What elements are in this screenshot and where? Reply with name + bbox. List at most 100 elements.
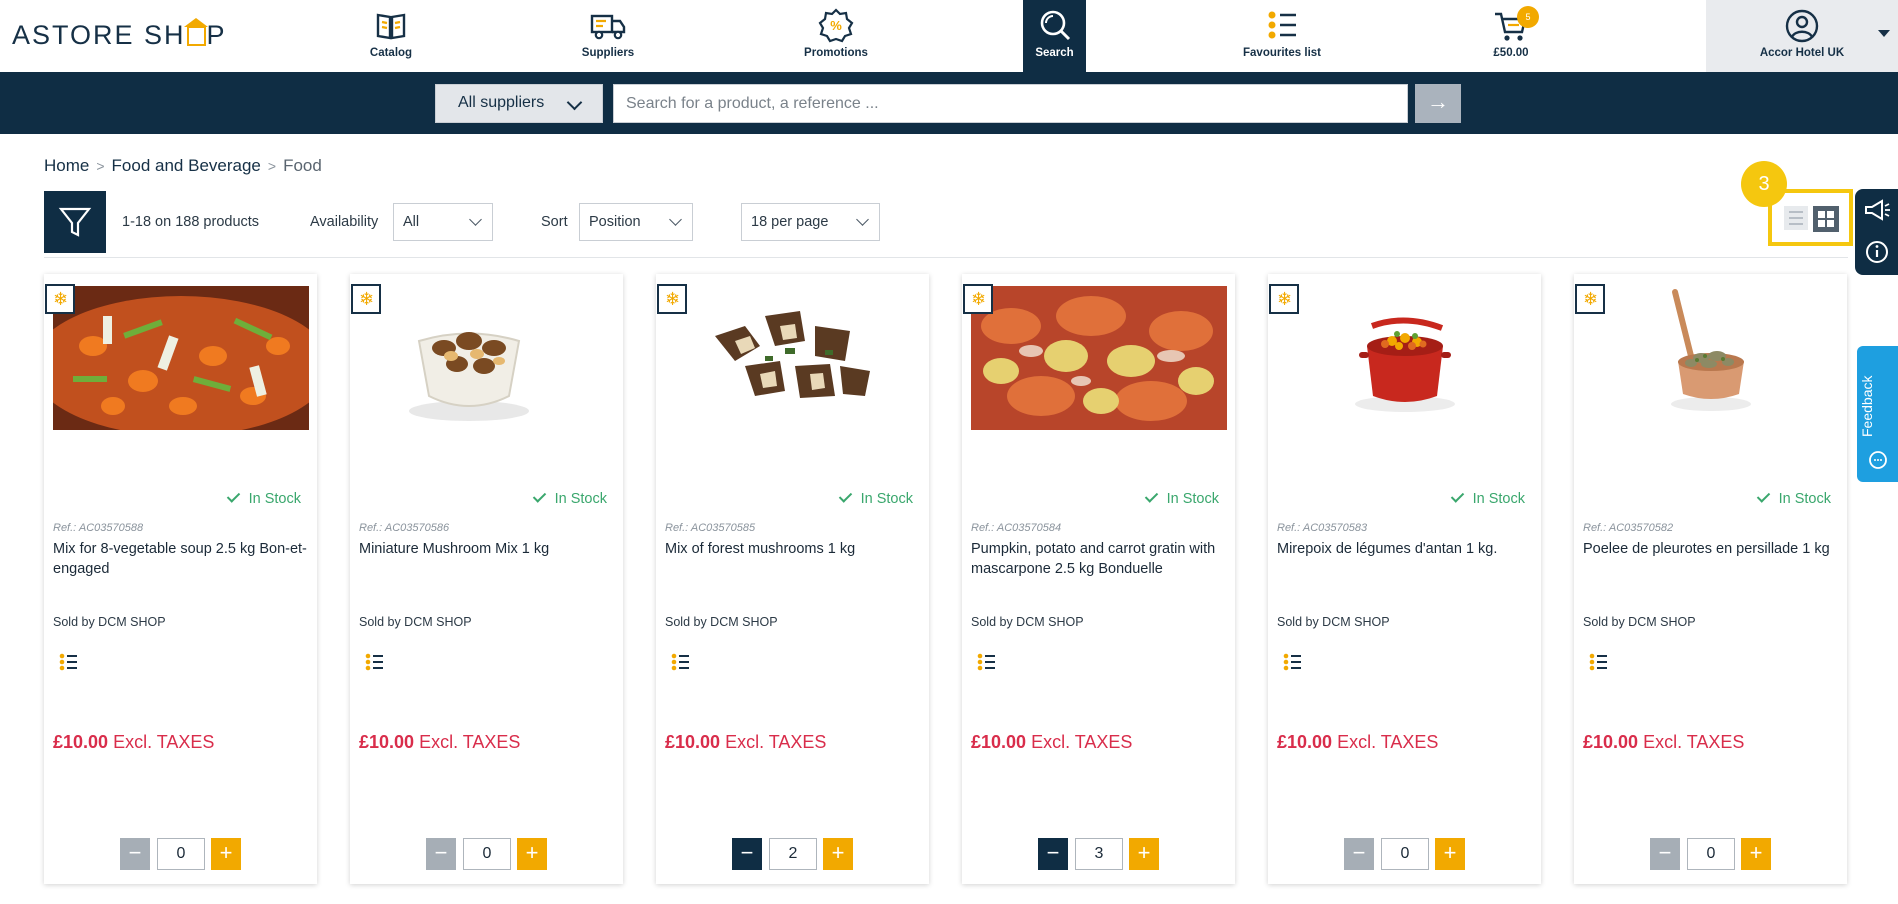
frozen-badge-icon: ❄ [45,284,75,314]
product-price: £10.00 Excl. TAXES [53,732,214,753]
quantity-stepper: − 2 + [732,838,856,870]
product-card[interactable]: ❄ In Stock Ref.: AC03570586 Miniature Mu… [350,274,623,884]
product-name[interactable]: Mix for 8-vegetable soup 2.5 kg Bon-et-e… [53,539,307,579]
price-suffix: Excl. TAXES [725,732,827,752]
add-to-favourites-icon[interactable] [1588,652,1608,672]
availability-value: All [403,214,420,230]
increase-quantity-button[interactable]: + [1129,838,1159,870]
decrease-quantity-button[interactable]: − [732,838,762,870]
filter-button[interactable] [44,191,106,253]
nav-favourites[interactable]: Favourites list [1222,0,1342,72]
product-card[interactable]: ❄ In Stock Ref.: AC03570585 Mix of fores… [656,274,929,884]
product-image[interactable] [665,286,921,430]
increase-quantity-button[interactable]: + [823,838,853,870]
nav-catalog[interactable]: Catalog [331,0,451,72]
frozen-badge-icon: ❄ [1575,284,1605,314]
add-to-favourites-icon[interactable] [976,652,996,672]
quantity-input[interactable]: 0 [157,838,205,870]
price-amount: £10.00 [53,732,109,752]
truck-icon [590,14,626,40]
grid-view-button[interactable] [1813,206,1839,232]
product-image[interactable] [53,286,309,430]
search-submit-button[interactable]: → [1415,84,1461,123]
product-name[interactable]: Miniature Mushroom Mix 1 kg [359,539,613,559]
stock-label: In Stock [860,491,913,507]
availability-select[interactable]: All [393,203,493,241]
breadcrumb-home[interactable]: Home [44,156,89,175]
suppliers-dropdown[interactable]: All suppliers [435,84,603,123]
brand-logo[interactable]: ASTORE SH P [12,18,227,51]
quantity-stepper: − 3 + [1038,838,1162,870]
decrease-quantity-button[interactable]: − [426,838,456,870]
logo-text-left: ASTORE SH [12,20,186,50]
decrease-quantity-button[interactable]: − [1344,838,1374,870]
product-image[interactable] [1583,286,1839,430]
account-menu[interactable]: Accor Hotel UK [1706,0,1898,72]
product-seller: Sold by DCM SHOP [359,615,472,629]
chevron-down-icon [669,213,682,226]
product-name[interactable]: Pumpkin, potato and carrot gratin with m… [971,539,1225,579]
sort-value: Position [589,214,641,230]
list-view-button[interactable] [1784,206,1808,230]
decrease-quantity-button[interactable]: − [1650,838,1680,870]
check-icon [532,489,546,503]
decrease-quantity-button[interactable]: − [1038,838,1068,870]
add-to-favourites-icon[interactable] [364,652,384,672]
cart-total: £50.00 [1493,47,1529,59]
product-card[interactable]: ❄ In Stock Ref.: AC03570588 Mix for 8-ve… [44,274,317,884]
stock-label: In Stock [1472,491,1525,507]
increase-quantity-button[interactable]: + [211,838,241,870]
check-icon [1756,489,1770,503]
product-ref: Ref.: AC03570585 [665,522,756,534]
product-card[interactable]: ❄ In Stock Ref.: AC03570583 Mirepoix de … [1268,274,1541,884]
side-tools-panel [1855,189,1898,275]
product-name[interactable]: Mirepoix de légumes d'antan 1 kg. [1277,539,1531,559]
nav-suppliers[interactable]: Suppliers [548,0,668,72]
sort-label: Sort [541,214,568,230]
check-icon [838,489,852,503]
product-name[interactable]: Mix of forest mushrooms 1 kg [665,539,919,559]
feedback-tab[interactable]: Feedback [1857,346,1898,482]
logo-text-right: P [206,20,227,50]
increase-quantity-button[interactable]: + [1741,838,1771,870]
quantity-input[interactable]: 3 [1075,838,1123,870]
add-to-favourites-icon[interactable] [670,652,690,672]
search-input[interactable] [613,84,1408,123]
per-page-select[interactable]: 18 per page [741,203,880,241]
stock-label: In Stock [1778,491,1831,507]
product-image[interactable] [971,286,1227,430]
stock-status: In Stock [1756,489,1831,507]
check-icon [226,489,240,503]
price-amount: £10.00 [1583,732,1639,752]
add-to-favourites-icon[interactable] [58,652,78,672]
product-image[interactable] [359,286,615,430]
divider [44,257,1848,258]
breadcrumb-category[interactable]: Food and Beverage [112,156,261,175]
quantity-input[interactable]: 0 [1381,838,1429,870]
quantity-stepper: − 0 + [120,838,244,870]
chevron-right-icon: > [96,158,105,174]
chevron-down-icon [566,94,583,111]
quantity-input[interactable]: 0 [463,838,511,870]
product-card[interactable]: ❄ In Stock Ref.: AC03570582 Poelee de pl… [1574,274,1847,884]
product-card[interactable]: ❄ In Stock Ref.: AC03570584 Pumpkin, pot… [962,274,1235,884]
product-name[interactable]: Poelee de pleurotes en persillade 1 kg [1583,539,1837,559]
availability-label: Availability [310,214,379,230]
product-image[interactable] [1277,286,1533,430]
sort-select[interactable]: Position [579,203,693,241]
frozen-badge-icon: ❄ [963,284,993,314]
nav-cart[interactable]: 5 £50.00 [1451,0,1571,72]
nav-search[interactable]: Search [1023,0,1086,72]
info-icon[interactable] [1864,239,1890,265]
stock-status: In Stock [1450,489,1525,507]
increase-quantity-button[interactable]: + [517,838,547,870]
increase-quantity-button[interactable]: + [1435,838,1465,870]
quantity-input[interactable]: 2 [769,838,817,870]
megaphone-icon[interactable] [1862,197,1892,223]
add-to-favourites-icon[interactable] [1282,652,1302,672]
quantity-input[interactable]: 0 [1687,838,1735,870]
price-amount: £10.00 [971,732,1027,752]
decrease-quantity-button[interactable]: − [120,838,150,870]
list-view-icon [1789,211,1803,225]
nav-promotions[interactable]: % Promotions [776,0,896,72]
